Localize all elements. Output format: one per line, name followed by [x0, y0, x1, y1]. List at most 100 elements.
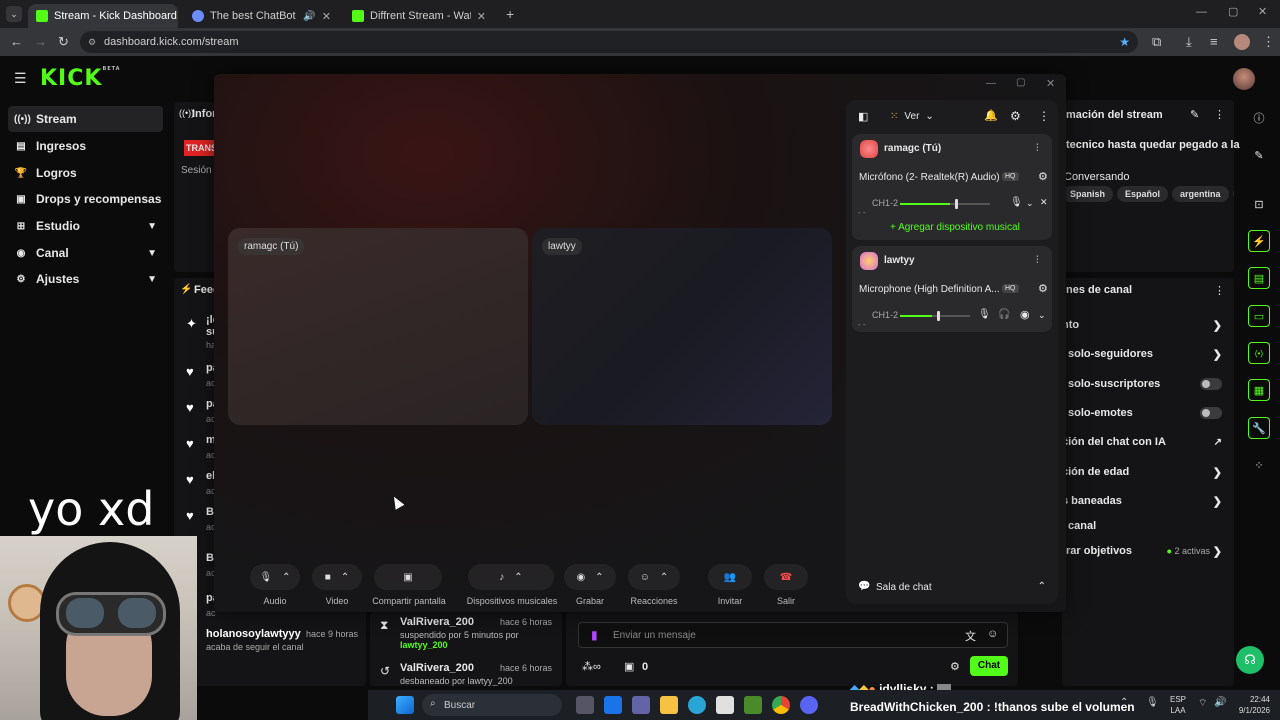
record-icon[interactable]: ◉ [1020, 308, 1030, 321]
focus-icon[interactable]: ⊡ [1248, 193, 1270, 215]
sidebar-item-estudio[interactable]: ⊞ Estudio ▼ [8, 213, 163, 239]
tray-chevron-icon[interactable]: ⌃ [1120, 697, 1128, 708]
back-icon[interactable]: ← [10, 34, 23, 49]
wifi-icon[interactable]: ⌔ [1198, 697, 1207, 710]
close-window-button[interactable]: ✕ [1258, 5, 1267, 18]
minimize-window-button[interactable]: — [1196, 6, 1207, 18]
chat-input[interactable]: ▮ Enviar un mensaje 文 ☺ [578, 622, 1008, 648]
modal-maximize-button[interactable]: ▢ [1016, 77, 1025, 88]
chat-settings-gear-icon[interactable]: ⚙ [950, 660, 960, 673]
tab-chatbot[interactable]: The best ChatBot and Widg 🔊 ✕ [184, 4, 339, 28]
edge-icon[interactable] [688, 696, 706, 714]
sliders-icon[interactable]: ⫶ [1036, 255, 1039, 266]
mic-icon[interactable]: 🎙 [978, 309, 991, 320]
info-icon[interactable]: ⓘ [1248, 107, 1270, 129]
remove-device-icon[interactable]: ✕ [1040, 197, 1048, 208]
language-indicator[interactable]: ESP LAA [1170, 694, 1186, 716]
tag-chip[interactable]: Español [1117, 186, 1169, 202]
chat-room-bar[interactable]: 💬 Sala de chat ⌃ [852, 576, 1052, 600]
sidebar-item-stream[interactable]: ((•)) Stream [8, 106, 163, 132]
volume-icon[interactable]: 🔊 [1214, 697, 1226, 708]
more-options-icon[interactable]: ⋮ [1214, 284, 1225, 297]
more-options-icon[interactable]: ⋮ [1214, 108, 1225, 121]
channel-option-row[interactable]: rar objetivos ● 2 activas ❯ [1062, 541, 1232, 561]
chevron-down-icon[interactable]: ⌄ [1026, 198, 1034, 209]
panel-toggle-icon[interactable]: ◧ [858, 110, 868, 123]
close-tab-icon[interactable]: ✕ [316, 10, 331, 23]
participant-tile-ramagc[interactable]: ramagc (Tú) [228, 228, 528, 425]
channel-option-row[interactable]: nto ❯ [1062, 315, 1232, 335]
reactions-control[interactable]: ☺ ⌃ [628, 564, 680, 590]
user-avatar[interactable] [1233, 68, 1255, 90]
clock[interactable]: 22:44 9/1/2026 [1230, 694, 1270, 716]
record-control[interactable]: ◉ ⌃ [564, 564, 616, 590]
chat-send-button[interactable]: Chat [970, 656, 1008, 676]
channel-option-row[interactable]: solo-seguidores ❯ [1062, 344, 1232, 364]
headphones-icon[interactable]: 🎧 [998, 309, 1010, 320]
outlook-icon[interactable] [604, 696, 622, 714]
extensions-icon[interactable]: ⧉ [1152, 34, 1161, 50]
bolt-icon[interactable]: ⚡ [1248, 230, 1270, 252]
emotes-only-toggle[interactable] [1200, 407, 1222, 419]
bell-icon[interactable]: 🔔 [984, 109, 998, 122]
edit-pencil-icon[interactable]: ✎ [1190, 108, 1199, 121]
document-icon[interactable]: ▤ [1248, 267, 1270, 289]
tab-list-button[interactable]: ⌄ [6, 6, 22, 22]
more-options-icon[interactable]: ⋮ [1038, 109, 1050, 123]
teams-icon[interactable] [632, 696, 650, 714]
screen-share-control[interactable]: ▣ [374, 564, 442, 590]
download-icon[interactable]: ⤓ [1186, 34, 1192, 50]
gear-icon[interactable]: ⚙ [1038, 282, 1048, 295]
volume-slider[interactable] [900, 315, 970, 317]
close-tab-icon[interactable]: ✕ [471, 10, 486, 23]
tag-chip[interactable]: ch [1232, 186, 1234, 202]
channel-option-row[interactable]: ción del chat con IA ↗ [1062, 432, 1232, 452]
channel-option-row[interactable]: ción de edad ❯ [1062, 462, 1232, 482]
mic-icon[interactable]: 🎙 [1010, 197, 1023, 208]
taskbar-search[interactable]: ⌕ Buscar [422, 694, 562, 716]
sidebar-item-drops[interactable]: ▣ Drops y recompensas [8, 186, 163, 212]
sliders-icon[interactable]: ⫶ [1036, 143, 1039, 154]
new-tab-button[interactable]: + [506, 6, 514, 22]
gear-icon[interactable]: ⚙ [1038, 170, 1048, 183]
windows-start-icon[interactable] [396, 696, 414, 714]
browser-menu-icon[interactable]: ⋮ [1262, 34, 1275, 50]
add-music-device-link[interactable]: + Agregar dispositivo musical [890, 222, 1020, 233]
audio-control[interactable]: 🎙 ⌃ [250, 564, 300, 590]
sidebar-item-logros[interactable]: 🏆 Logros [8, 160, 163, 186]
channel-option-row[interactable]: canal [1062, 516, 1232, 536]
view-dropdown[interactable]: ⁙ Ver ⌄ [884, 106, 942, 126]
pen-icon[interactable]: ✎ [1248, 144, 1270, 166]
volume-slider[interactable] [900, 203, 990, 205]
tag-chip[interactable]: Spanish [1062, 186, 1114, 202]
close-tab-icon[interactable]: ✕ [177, 10, 178, 23]
reload-icon[interactable]: ↻ [58, 34, 69, 50]
channel-option-row[interactable]: s baneadas ❯ [1062, 491, 1232, 511]
volume-knob[interactable] [936, 311, 940, 321]
kick-logo[interactable]: KICKBETA [40, 66, 121, 91]
music-devices-control[interactable]: ♪ ⌃ [468, 564, 554, 590]
tag-chip[interactable]: argentina [1172, 186, 1229, 202]
volume-knob[interactable] [954, 199, 958, 209]
subs-only-toggle[interactable] [1200, 378, 1222, 390]
sidebar-item-ajustes[interactable]: ⚙ Ajustes ▼ [8, 266, 163, 292]
wrench-icon[interactable]: 🔧 [1248, 417, 1270, 439]
bookmark-star-icon[interactable]: ★ [1119, 35, 1130, 49]
tab-diffrent-stream[interactable]: Diffrent Stream - Watch Live o ✕ [344, 4, 494, 28]
profile-avatar[interactable] [1234, 34, 1250, 50]
participant-tile-lawtyy[interactable]: lawtyy [532, 228, 832, 425]
tab-kick-dashboard[interactable]: Stream - Kick Dashboard ✕ [28, 4, 178, 28]
sidebar-item-ingresos[interactable]: ▤ Ingresos [8, 133, 163, 159]
speaker-icon[interactable]: 🔊 [303, 11, 315, 22]
gift-icon[interactable]: ▣ [624, 660, 634, 673]
leave-control[interactable]: ☎ [764, 564, 808, 590]
reading-list-icon[interactable]: ≡ [1210, 34, 1218, 49]
discord-icon[interactable] [800, 696, 818, 714]
forward-icon[interactable]: → [34, 34, 47, 49]
video-control[interactable]: ■ ⌃ [312, 564, 362, 590]
gear-icon[interactable]: ⚙ [1010, 109, 1021, 123]
site-info-icon[interactable]: ⚙ [88, 37, 96, 48]
broadcast-icon[interactable]: (•) [1248, 342, 1270, 364]
chat-bubble-icon[interactable]: ▭ [1248, 305, 1270, 327]
chevron-down-icon[interactable]: ⌄ [1038, 310, 1046, 321]
